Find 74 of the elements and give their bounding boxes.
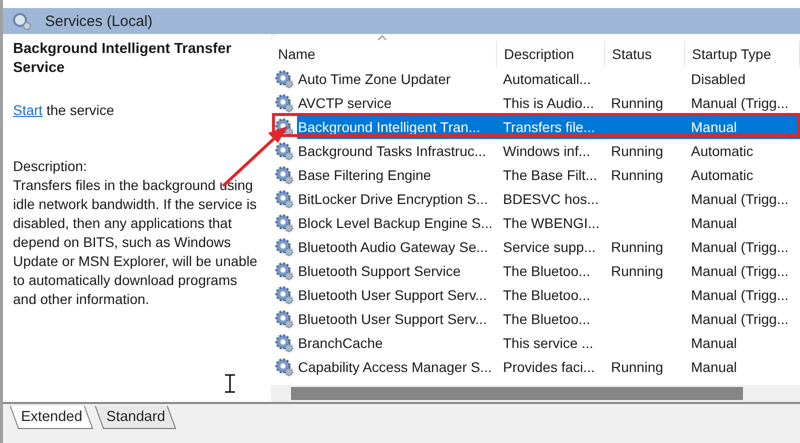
gear-icon: [274, 93, 294, 113]
view-tab[interactable]: Extended: [9, 406, 94, 429]
service-name[interactable]: Background Intelligent Tran...: [296, 116, 482, 138]
description-text: Transfers files in the background using idle network bandwidth. If the service is disabled, then any applications that depend on BITS, such as Windows Update or MSN Explorer, will be unable to automatically download programs and other information.: [13, 176, 258, 309]
table-cell-text: Running: [610, 166, 664, 185]
gear-icon: [274, 357, 294, 377]
column-header[interactable]: Name: [271, 41, 497, 67]
table-cell-text: This service ...: [502, 334, 594, 353]
service-name[interactable]: Bluetooth Support Service: [296, 260, 463, 282]
service-title: Background Intelligent Transfer Service: [13, 40, 232, 78]
gear-icon: [274, 333, 294, 353]
selection-highlight[interactable]: Background Intelligent Tran... Transfers file... Manual: [271, 115, 800, 139]
service-name[interactable]: Capability Access Manager S...: [296, 356, 494, 378]
table-cell-text: Automaticall...: [502, 70, 592, 89]
table-cell-text: Manual: [690, 214, 738, 233]
table-cell-text: Automatic: [690, 166, 754, 185]
table-cell-text: Manual: [690, 358, 738, 377]
table-cell-text: Running: [610, 262, 664, 281]
table-cell-text: Provides faci...: [502, 358, 596, 377]
service-name[interactable]: Bluetooth User Support Serv...: [296, 284, 489, 306]
table-cell-text: The Base Filt...: [502, 166, 598, 185]
table-cell-text: Manual: [690, 118, 738, 137]
table-cell-text: Manual (Trigg...: [690, 190, 790, 209]
gear-icon: [274, 261, 294, 281]
description-label: Description:: [13, 157, 88, 176]
gear-icon: [274, 285, 294, 305]
window-title: Services (Local): [45, 12, 153, 30]
service-name[interactable]: BranchCache: [296, 332, 385, 354]
service-name[interactable]: Auto Time Zone Updater: [296, 68, 453, 90]
table-cell-text: The WBENGI...: [502, 214, 600, 233]
service-name[interactable]: Bluetooth Audio Gateway Se...: [296, 236, 490, 258]
table-cell-text: Manual: [690, 334, 738, 353]
start-link[interactable]: Start: [13, 102, 43, 118]
table-cell-text: The Bluetoo...: [502, 310, 592, 329]
table-cell-text: Manual (Trigg...: [690, 310, 790, 329]
gear-icon: [274, 189, 294, 209]
table-cell-text: Manual (Trigg...: [690, 262, 790, 281]
service-name[interactable]: Base Filtering Engine: [296, 164, 434, 186]
gear-icon: [274, 213, 294, 233]
gear-icon: [274, 309, 294, 329]
service-name[interactable]: Bluetooth User Support Serv...: [296, 308, 489, 330]
table-cell-text: Running: [610, 142, 664, 161]
table-cell-text: The Bluetoo...: [502, 286, 592, 305]
service-name[interactable]: AVCTP service: [296, 92, 394, 114]
horizontal-scrollbar[interactable]: [271, 385, 800, 402]
table-cell-text: Transfers file...: [502, 118, 596, 137]
column-header[interactable]: Startup Type: [685, 41, 800, 67]
service-name[interactable]: Background Tasks Infrastruc...: [296, 140, 488, 162]
table-cell-text: Running: [610, 358, 664, 377]
gear-icon: [274, 237, 294, 257]
table-cell-text: Running: [610, 238, 664, 257]
table-cell-text: Running: [610, 94, 664, 113]
table-cell-text: BDESVC hos...: [502, 190, 600, 209]
table-cell-text: Disabled: [690, 70, 746, 89]
table-cell-text: Manual (Trigg...: [690, 94, 790, 113]
table-cell-text: This is Audio...: [502, 94, 596, 113]
table-cell-text: Automatic: [690, 142, 754, 161]
table-cell-text: Windows inf...: [502, 142, 592, 161]
table-cell-text: Service supp...: [502, 238, 597, 257]
gear-icon: [274, 141, 294, 161]
table-cell-text: The Bluetoo...: [502, 262, 592, 281]
text-cursor-icon: [224, 374, 236, 393]
table-cell-text: Manual (Trigg...: [690, 286, 790, 305]
gear-icon: [274, 69, 294, 89]
table-cell-text: Manual (Trigg...: [690, 238, 790, 257]
services-icon: [11, 11, 33, 31]
start-sentence: Start the service: [13, 101, 116, 120]
view-tab[interactable]: Standard: [94, 406, 178, 429]
service-name[interactable]: Block Level Backup Engine S...: [296, 212, 495, 234]
column-header[interactable]: Description: [497, 41, 605, 67]
column-header[interactable]: Status: [605, 41, 685, 67]
scrollbar-thumb[interactable]: [291, 387, 743, 400]
gear-icon: [274, 165, 294, 185]
service-name[interactable]: BitLocker Drive Encryption S...: [296, 188, 490, 210]
